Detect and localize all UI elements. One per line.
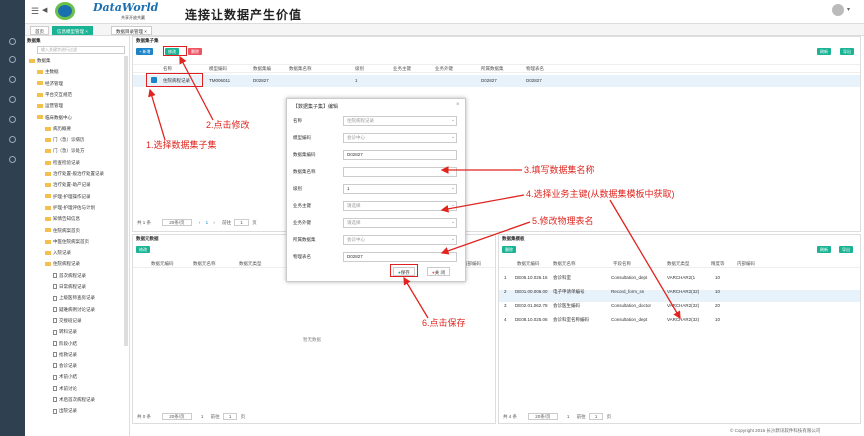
arrow-6 [403,276,429,319]
annotation-6: 6.点击保存 [422,318,466,328]
annotation-5: 5.修改物理表名 [532,216,594,226]
arrow-2 [179,55,214,121]
annotation-3: 3.填写数据集名称 [524,165,595,175]
arrow-1 [148,88,166,141]
arrow-4 [440,194,525,213]
annotation-1: 1.选择数据集子集 [146,140,217,150]
annotation-2: 2.点击修改 [206,120,250,130]
arrow-5 [440,221,531,255]
arrow-4b [609,199,681,320]
annotation-arrows [148,55,681,320]
annotation-4: 4.选择业务主键(从数据集模板中获取) [526,189,675,199]
